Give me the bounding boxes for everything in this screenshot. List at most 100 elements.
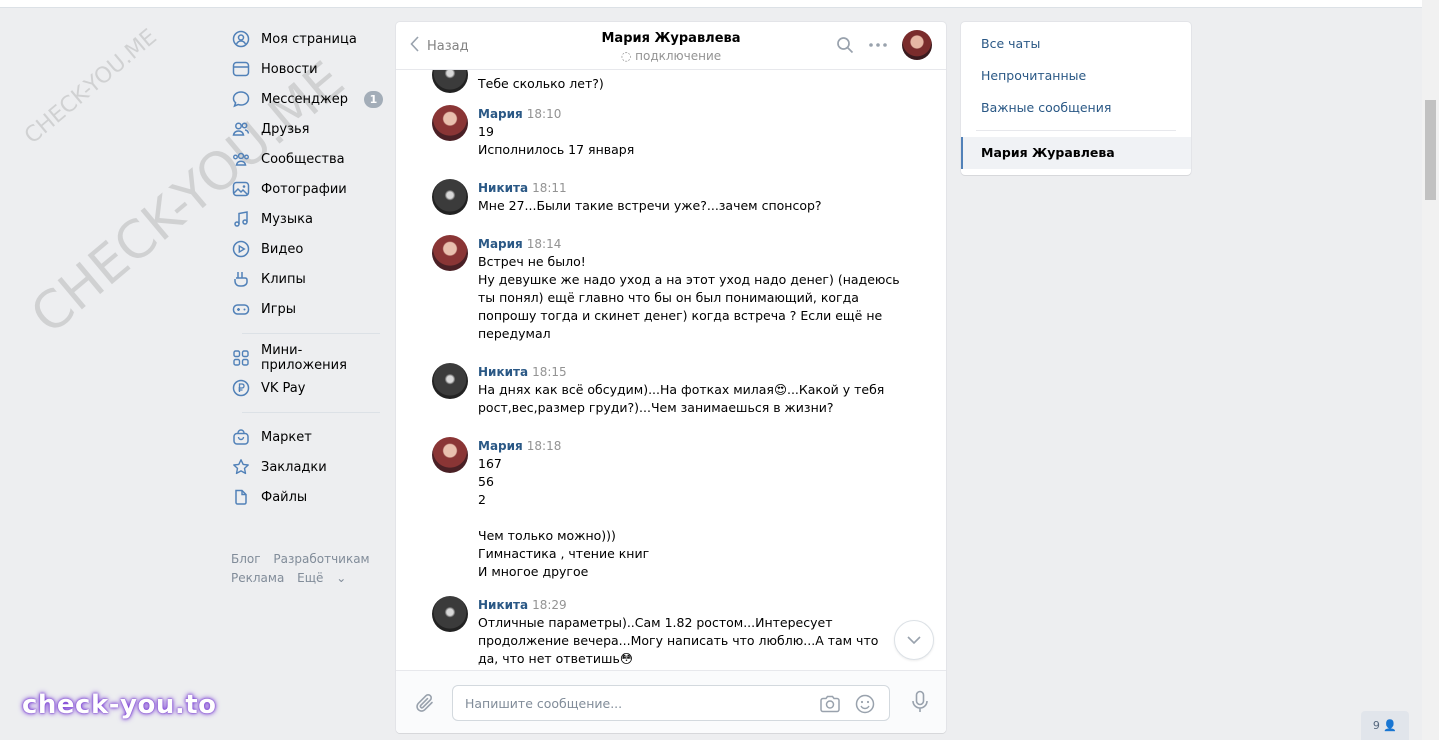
chat-avatar[interactable]	[902, 30, 932, 60]
user-circle-icon	[232, 30, 250, 48]
page-scrollbar[interactable]	[1422, 0, 1439, 740]
online-friends-button[interactable]: 9 👤	[1361, 711, 1409, 740]
left-nav: Моя страница Новости Мессенджер 1 Друзья…	[228, 24, 388, 588]
panel-divider	[976, 130, 1176, 131]
avatar[interactable]	[432, 70, 468, 93]
message-text: Тебе сколько лет?)	[478, 76, 604, 91]
footer-ads-link[interactable]: Реклама	[231, 571, 284, 585]
message-author[interactable]: Мария	[478, 107, 523, 121]
nav-item-video[interactable]: Видео	[228, 234, 388, 264]
message-composer	[396, 670, 946, 733]
nav-divider	[242, 412, 380, 413]
nav-item-news[interactable]: Новости	[228, 54, 388, 84]
message-text: На днях как всё обсудим)...На фотках мил…	[478, 382, 885, 415]
header-actions	[822, 30, 932, 60]
nav-item-friends[interactable]: Друзья	[228, 114, 388, 144]
avatar[interactable]	[432, 179, 468, 215]
nav-label: Мессенджер	[261, 91, 348, 107]
nav-item-my-page[interactable]: Моя страница	[228, 24, 388, 54]
footer-more-label: Ещё	[297, 571, 324, 585]
nav-item-bookmarks[interactable]: Закладки	[228, 452, 388, 482]
filter-important[interactable]: Важные сообщения	[961, 92, 1191, 124]
nav-item-mini-apps[interactable]: Мини-приложения	[228, 343, 388, 373]
scroll-to-bottom-button[interactable]	[894, 620, 934, 660]
avatar[interactable]	[432, 596, 468, 632]
avatar[interactable]	[432, 105, 468, 141]
nav-item-communities[interactable]: Сообщества	[228, 144, 388, 174]
message-text: Встреч не было! Ну девушке же надо уход …	[478, 254, 900, 341]
camera-icon[interactable]	[819, 694, 841, 718]
message: Никита 18:29 Отличные параметры)..Сам 1.8…	[432, 596, 902, 668]
footer-more-link[interactable]: Ещё ⌄	[297, 571, 355, 585]
message-time: 18:29	[532, 598, 567, 612]
file-icon	[232, 488, 250, 506]
market-icon	[232, 428, 250, 446]
nav-item-music[interactable]: Музыка	[228, 204, 388, 234]
message-meta: Никита 18:11	[478, 179, 902, 197]
nav-label: Фотографии	[261, 181, 347, 197]
nav-label: Закладки	[261, 459, 327, 475]
message-author[interactable]: Никита	[478, 181, 528, 195]
nav-item-files[interactable]: Файлы	[228, 482, 388, 512]
nav-item-market[interactable]: Маркет	[228, 422, 388, 452]
emoji-icon[interactable]	[855, 694, 875, 718]
star-icon	[232, 458, 250, 476]
clips-icon	[232, 270, 250, 288]
online-count: 9	[1372, 719, 1380, 732]
top-bar	[0, 0, 1422, 8]
active-chat-item[interactable]: Мария Журавлева	[961, 137, 1191, 169]
message: Никита 18:11 Мне 27...Были такие встречи …	[432, 179, 902, 215]
microphone-icon[interactable]	[911, 690, 929, 718]
filter-unread[interactable]: Непрочитанные	[961, 60, 1191, 92]
more-icon[interactable]	[868, 36, 888, 54]
message-meta: Мария 18:14	[478, 235, 902, 253]
nav-label: Моя страница	[261, 31, 357, 47]
nav-label: Друзья	[261, 121, 310, 137]
chevron-down-icon	[907, 633, 921, 648]
gamepad-icon	[232, 300, 250, 318]
nav-label: Видео	[261, 241, 304, 257]
message-author[interactable]: Мария	[478, 237, 523, 251]
chevron-down-icon: ⌄	[336, 571, 347, 585]
search-icon[interactable]	[836, 36, 854, 54]
message-meta: Никита 18:29	[478, 596, 902, 614]
message-author[interactable]: Никита	[478, 365, 528, 379]
communities-icon	[232, 150, 250, 168]
paperclip-icon[interactable]	[414, 692, 436, 718]
message-icon	[232, 90, 250, 108]
photo-icon	[232, 180, 250, 198]
message-time: 18:11	[532, 181, 567, 195]
footer-dev-link[interactable]: Разработчикам	[273, 552, 369, 566]
avatar[interactable]	[432, 437, 468, 473]
message-time: 18:15	[532, 365, 567, 379]
message-author[interactable]: Мария	[478, 439, 523, 453]
nav-label: Файлы	[261, 489, 308, 505]
message: Мария 18:10 19 Исполнилось 17 января	[432, 105, 902, 159]
friends-icon	[232, 120, 250, 138]
nav-divider	[242, 333, 380, 334]
avatar[interactable]	[432, 363, 468, 399]
footer-blog-link[interactable]: Блог	[231, 552, 261, 566]
nav-label: Маркет	[261, 429, 312, 445]
message-input[interactable]	[465, 686, 805, 720]
message-input-wrap	[452, 685, 890, 721]
message-meta: Никита 18:15	[478, 363, 902, 381]
nav-label: Музыка	[261, 211, 313, 227]
nav-item-clips[interactable]: Клипы	[228, 264, 388, 294]
scrollbar-thumb[interactable]	[1425, 100, 1436, 200]
nav-item-messenger[interactable]: Мессенджер 1	[228, 84, 388, 114]
message-time: 18:10	[526, 107, 562, 121]
nav-item-photos[interactable]: Фотографии	[228, 174, 388, 204]
filter-all-chats[interactable]: Все чаты	[961, 28, 1191, 60]
nav-item-vk-pay[interactable]: VK Pay	[228, 373, 388, 403]
unread-badge: 1	[364, 91, 383, 108]
vkpay-icon	[232, 379, 250, 397]
video-icon	[232, 240, 250, 258]
nav-item-games[interactable]: Игры	[228, 294, 388, 324]
message-author[interactable]: Никита	[478, 598, 528, 612]
avatar[interactable]	[432, 235, 468, 271]
message-text: Мне 27...Были такие встречи уже?...зачем…	[478, 198, 822, 213]
message-meta: Мария 18:18	[478, 437, 902, 455]
loading-spinner-icon: ◌	[620, 49, 632, 63]
news-icon	[232, 60, 250, 78]
